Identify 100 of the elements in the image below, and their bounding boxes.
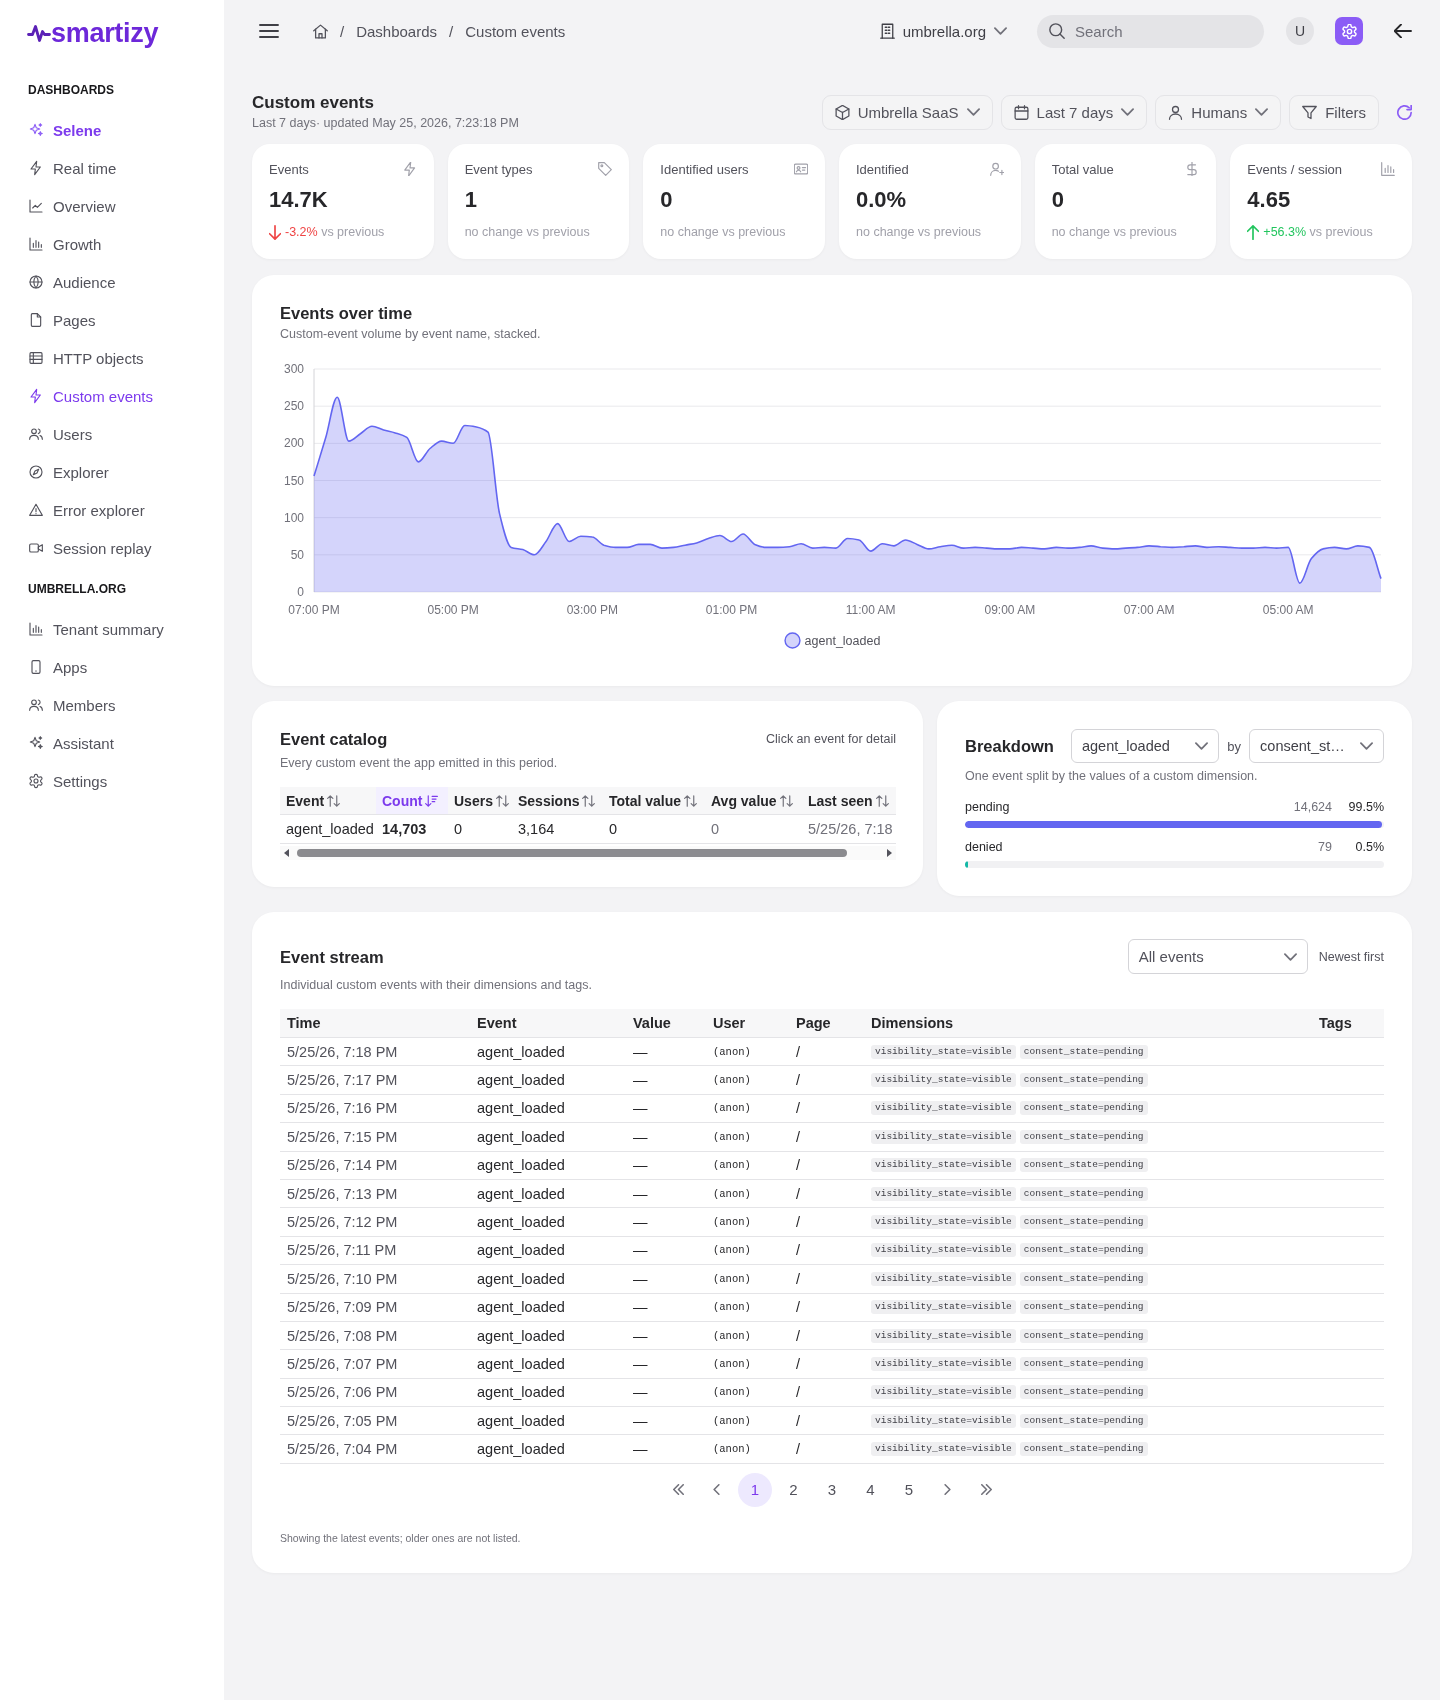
search-field[interactable]: Search — [1037, 14, 1264, 48]
event-select[interactable]: agent_loaded — [1070, 729, 1220, 763]
column-header[interactable]: Total value — [603, 787, 705, 815]
column-header[interactable]: Event — [280, 787, 376, 815]
filter-dropdown[interactable]: Last 7 days — [1000, 94, 1148, 130]
sidebar-item[interactable]: Overview — [28, 195, 116, 217]
table-cell: — — [626, 1151, 706, 1180]
page-button[interactable]: 5 — [892, 1472, 926, 1507]
sparkle-icon — [28, 735, 44, 751]
kpi-value: 4.65 — [1247, 187, 1292, 213]
table-cell: 14,703 — [376, 814, 448, 844]
sidebar-item[interactable]: Tenant summary — [28, 618, 164, 640]
breakdown-label: pending — [965, 800, 1010, 815]
warning-icon — [28, 502, 44, 518]
column-header[interactable]: Avg value — [705, 787, 802, 815]
kpi-value: 14.7K — [269, 187, 329, 213]
breadcrumb-link[interactable]: Dashboards — [356, 22, 438, 40]
arrow-up-icon — [1247, 224, 1260, 240]
chevron-left-icon — [713, 1484, 720, 1496]
line-chart-icon — [28, 198, 44, 214]
sidebar-item[interactable]: Apps — [28, 656, 88, 678]
table-cell: agent_loaded — [470, 1179, 626, 1208]
sort-order-button[interactable]: Newest first — [1318, 949, 1384, 964]
table-cell: agent_loaded — [470, 1293, 626, 1322]
sidebar-item[interactable]: Selene — [28, 119, 102, 141]
table-cell: 5/25/26, 7:17 PM — [280, 1065, 470, 1095]
card-subtitle: Every custom event the app emitted in this period. — [280, 756, 559, 771]
video-camera-icon — [28, 540, 44, 556]
table-cell: (anon) — [706, 1293, 789, 1322]
page-button[interactable]: 3 — [815, 1472, 849, 1507]
page-button[interactable]: 2 — [776, 1472, 811, 1507]
horizontal-scrollbar[interactable] — [280, 846, 896, 860]
user-avatar[interactable]: U — [1286, 17, 1314, 45]
scrollbar-thumb[interactable] — [297, 849, 847, 857]
sidebar-item[interactable]: Real time — [28, 157, 117, 179]
column-header[interactable]: Last seen — [802, 787, 896, 815]
table-cell: — — [626, 1065, 706, 1095]
table-cell: — — [626, 1293, 706, 1322]
table-cell: — — [626, 1378, 706, 1407]
page-button[interactable]: 4 — [853, 1472, 888, 1507]
sidebar-item[interactable]: Members — [28, 694, 116, 716]
column-header[interactable]: Users — [448, 787, 512, 815]
org-switcher[interactable]: umbrella.org — [879, 22, 1007, 40]
sort-icon — [425, 794, 439, 807]
sort-icon — [684, 794, 698, 807]
x-tick-label: 07:00 AM — [1123, 603, 1175, 617]
refresh-icon[interactable] — [1397, 104, 1412, 120]
table-cell: / — [789, 1094, 864, 1123]
kpi-value: 0.0% — [856, 187, 908, 213]
table-cell: (anon) — [706, 1151, 789, 1180]
filter-dropdown[interactable]: Umbrella SaaS — [821, 94, 993, 130]
table-cell: agent_loaded — [470, 1037, 626, 1066]
globe-icon — [28, 274, 44, 290]
table-cell: 0 — [448, 814, 512, 844]
dollar-icon — [1185, 162, 1200, 176]
sidebar-item[interactable]: Settings — [28, 770, 108, 792]
phone-icon — [28, 659, 44, 675]
sidebar-item[interactable]: Session replay — [28, 537, 152, 559]
table-cell: agent_loaded — [470, 1434, 626, 1464]
dimension-select[interactable]: consent_st… — [1249, 729, 1384, 763]
hint-text: Click an event for detail — [766, 732, 896, 746]
sidebar-item[interactable]: Explorer — [28, 461, 109, 483]
kpi-value: 0 — [1051, 187, 1065, 213]
arrow-left-icon[interactable] — [1394, 24, 1412, 38]
column-header: Time — [280, 1009, 470, 1038]
settings-button[interactable] — [1335, 17, 1363, 45]
table-cell: 5/25/26, 7:16 PM — [280, 1094, 470, 1123]
filter-button[interactable]: Filters — [1289, 94, 1379, 130]
home-icon[interactable] — [313, 23, 328, 39]
table-cell: 5/25/26, 7:11 PM — [280, 1236, 470, 1265]
sidebar-item[interactable]: Growth — [28, 233, 102, 255]
page-button[interactable]: 1 — [738, 1472, 772, 1507]
sidebar-item[interactable]: Custom events — [28, 385, 154, 407]
sidebar-item[interactable]: HTTP objects — [28, 347, 144, 369]
table-cell: (anon) — [706, 1378, 789, 1407]
sidebar-item[interactable]: Users — [28, 423, 93, 445]
trend-text: no change vs previous — [660, 224, 786, 240]
kpi-label: Event types — [464, 161, 533, 177]
sidebar-item[interactable]: Error explorer — [28, 499, 145, 521]
kpi-value: 0 — [660, 187, 674, 213]
menu-icon[interactable] — [259, 23, 279, 39]
chevron-down-icon — [1360, 742, 1373, 750]
kpi-value: 1 — [464, 187, 478, 213]
column-header[interactable]: Sessions — [512, 787, 603, 815]
column-header[interactable]: Count — [376, 787, 448, 815]
table-cell: (anon) — [706, 1037, 789, 1066]
table-cell: agent_loaded — [470, 1321, 626, 1350]
filter-dropdown[interactable]: Humans — [1155, 94, 1282, 130]
users-icon — [28, 697, 44, 713]
event-filter-select[interactable]: All events — [1127, 939, 1308, 974]
trend-text: -3.2% vs previous — [285, 224, 385, 240]
sidebar-item[interactable]: Audience — [28, 271, 116, 293]
table-cell: (anon) — [706, 1434, 789, 1464]
kpi-label: Identified — [856, 161, 909, 177]
sidebar-item[interactable]: Pages — [28, 309, 96, 331]
table-cell: (anon) — [706, 1349, 789, 1379]
table-cell: (anon) — [706, 1406, 789, 1435]
sidebar-item[interactable]: Assistant — [28, 732, 114, 754]
gear-icon — [28, 773, 44, 789]
users-icon — [28, 426, 44, 442]
